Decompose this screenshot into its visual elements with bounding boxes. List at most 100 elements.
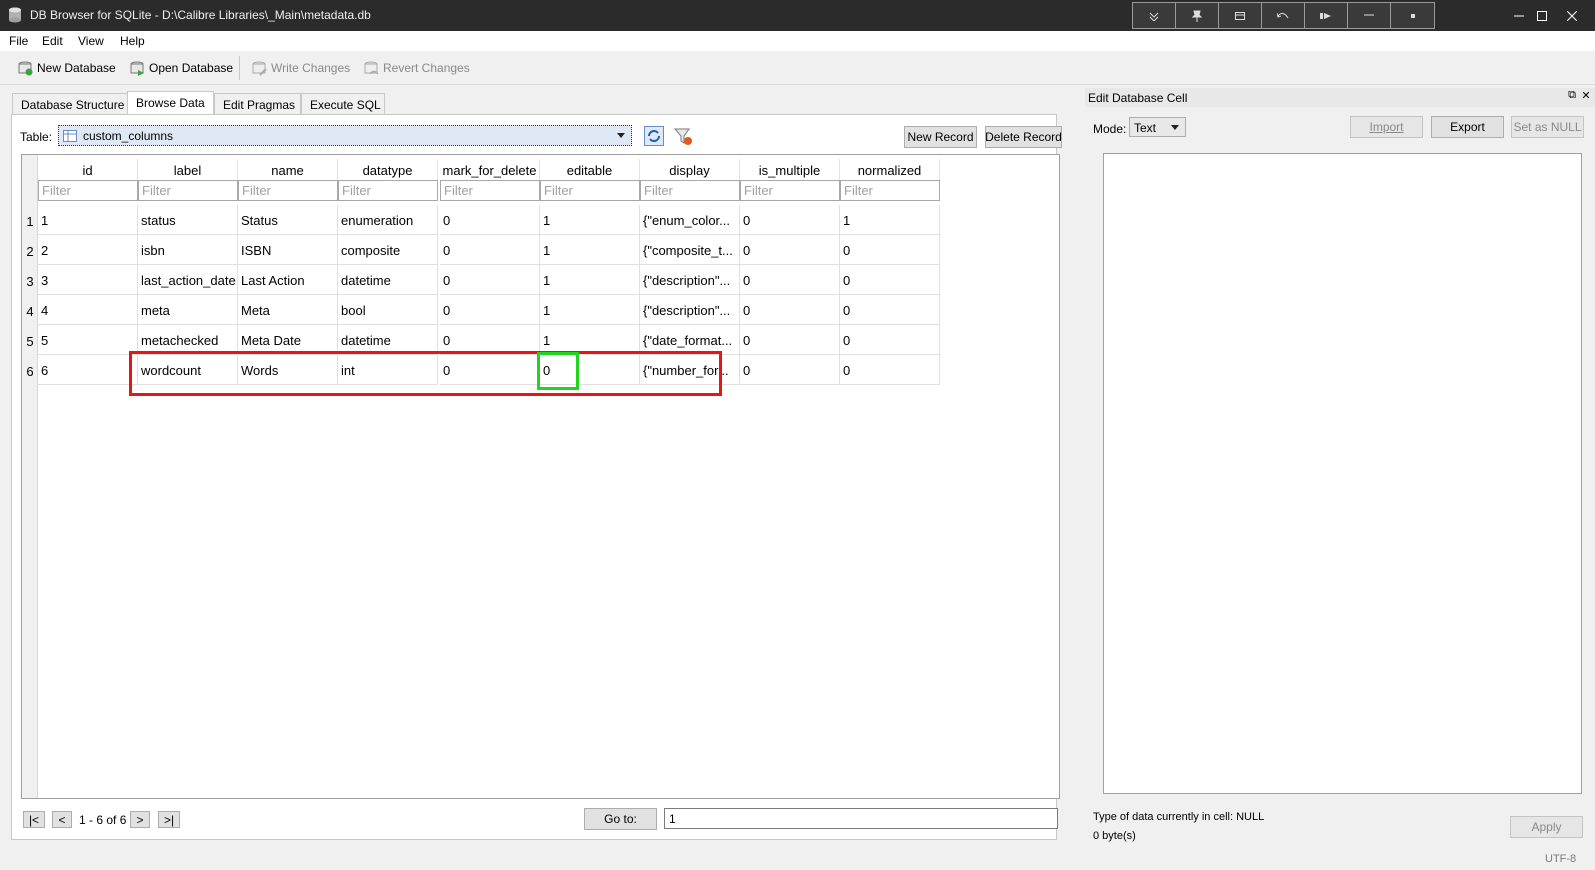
delete-record-button[interactable]: Delete Record bbox=[985, 126, 1062, 148]
filter-input-datatype[interactable]: Filter bbox=[338, 180, 438, 201]
table-cell-datatype[interactable]: enumeration bbox=[338, 205, 438, 235]
goto-button[interactable]: Go to: bbox=[584, 808, 657, 830]
column-header-label[interactable]: label bbox=[138, 159, 238, 181]
open-database-button[interactable]: Open Database bbox=[130, 59, 233, 77]
export-button[interactable]: Export bbox=[1431, 116, 1504, 138]
table-cell-label[interactable]: meta bbox=[138, 295, 238, 325]
table-cell-datatype[interactable]: composite bbox=[338, 235, 438, 265]
tab-database-structure[interactable]: Database Structure bbox=[12, 93, 128, 115]
write-changes-button[interactable]: Write Changes bbox=[252, 59, 350, 77]
close-dock-icon[interactable]: ✕ bbox=[1579, 89, 1593, 103]
filter-input-id[interactable]: Filter bbox=[38, 180, 138, 201]
table-cell-datatype[interactable]: datetime bbox=[338, 265, 438, 295]
table-cell-editable[interactable]: 1 bbox=[540, 295, 640, 325]
new-record-button[interactable]: New Record bbox=[904, 126, 977, 148]
table-cell-mark-for-delete[interactable]: 0 bbox=[440, 205, 540, 235]
next-page-button[interactable]: > bbox=[130, 811, 150, 828]
table-cell-id[interactable]: 2 bbox=[38, 235, 138, 265]
table-cell-normalized[interactable]: 1 bbox=[840, 205, 940, 235]
table-cell-display[interactable]: {"description"... bbox=[640, 265, 740, 295]
undock-icon[interactable]: ⧉ bbox=[1565, 89, 1579, 103]
table-select[interactable]: custom_columns bbox=[58, 125, 632, 146]
column-header-mark-for-delete[interactable]: mark_for_delete bbox=[440, 159, 540, 181]
refresh-button[interactable] bbox=[643, 125, 665, 146]
filter-input-name[interactable]: Filter bbox=[238, 180, 338, 201]
filter-input-normalized[interactable]: Filter bbox=[840, 180, 940, 201]
table-cell-is-multiple[interactable]: 0 bbox=[740, 295, 840, 325]
table-cell-label[interactable]: status bbox=[138, 205, 238, 235]
mode-select[interactable]: Text bbox=[1129, 117, 1186, 137]
menu-file[interactable]: File bbox=[9, 34, 28, 48]
tab-edit-pragmas[interactable]: Edit Pragmas bbox=[214, 93, 301, 115]
table-cell-id[interactable]: 1 bbox=[38, 205, 138, 235]
first-page-button[interactable]: |< bbox=[23, 811, 45, 828]
row-number[interactable]: 5 bbox=[22, 334, 38, 349]
filter-input-display[interactable]: Filter bbox=[640, 180, 740, 201]
table-cell-id[interactable]: 6 bbox=[38, 355, 138, 385]
table-cell-is-multiple[interactable]: 0 bbox=[740, 205, 840, 235]
table-cell-normalized[interactable]: 0 bbox=[840, 325, 940, 355]
table-cell-normalized[interactable]: 0 bbox=[840, 295, 940, 325]
column-header-display[interactable]: display bbox=[640, 159, 740, 181]
apply-button[interactable]: Apply bbox=[1510, 816, 1583, 838]
row-number[interactable]: 2 bbox=[22, 244, 38, 259]
clear-filters-button[interactable] bbox=[672, 125, 694, 146]
table-cell-is-multiple[interactable]: 0 bbox=[740, 325, 840, 355]
table-cell-normalized[interactable]: 0 bbox=[840, 355, 940, 385]
table-cell-mark-for-delete[interactable]: 0 bbox=[440, 295, 540, 325]
new-database-button[interactable]: New Database bbox=[18, 59, 116, 77]
table-cell-name[interactable]: Meta bbox=[238, 295, 338, 325]
table-cell-mark-for-delete[interactable]: 0 bbox=[440, 265, 540, 295]
goto-input[interactable]: 1 bbox=[664, 808, 1058, 829]
cell-editor[interactable] bbox=[1103, 153, 1582, 794]
dropdown-arrow-icon[interactable] bbox=[1133, 3, 1176, 28]
table-cell-id[interactable]: 4 bbox=[38, 295, 138, 325]
minimize-extra-icon[interactable] bbox=[1348, 3, 1391, 28]
tab-execute-sql[interactable]: Execute SQL bbox=[301, 93, 385, 115]
table-cell-display[interactable]: {"enum_color... bbox=[640, 205, 740, 235]
row-number[interactable]: 1 bbox=[22, 214, 38, 229]
column-header-normalized[interactable]: normalized bbox=[840, 159, 940, 181]
row-number[interactable]: 6 bbox=[22, 364, 38, 379]
column-header-is-multiple[interactable]: is_multiple bbox=[740, 159, 840, 181]
menu-edit[interactable]: Edit bbox=[42, 34, 63, 48]
column-header-name[interactable]: name bbox=[238, 159, 338, 181]
table-cell-editable[interactable]: 1 bbox=[540, 235, 640, 265]
filter-input-mark-for-delete[interactable]: Filter bbox=[440, 180, 540, 201]
table-cell-name[interactable]: ISBN bbox=[238, 235, 338, 265]
set-as-null-button[interactable]: Set as NULL bbox=[1511, 116, 1584, 138]
table-cell-id[interactable]: 5 bbox=[38, 325, 138, 355]
column-header-id[interactable]: id bbox=[38, 159, 138, 181]
table-cell-normalized[interactable]: 0 bbox=[840, 235, 940, 265]
tab-browse-data[interactable]: Browse Data bbox=[127, 91, 214, 116]
table-cell-label[interactable]: isbn bbox=[138, 235, 238, 265]
menu-view[interactable]: View bbox=[78, 34, 104, 48]
table-cell-is-multiple[interactable]: 0 bbox=[740, 235, 840, 265]
filter-input-is-multiple[interactable]: Filter bbox=[740, 180, 840, 201]
revert-changes-button[interactable]: Revert Changes bbox=[364, 59, 470, 77]
table-cell-mark-for-delete[interactable]: 0 bbox=[440, 235, 540, 265]
table-cell-id[interactable]: 3 bbox=[38, 265, 138, 295]
table-cell-is-multiple[interactable]: 0 bbox=[740, 355, 840, 385]
prev-page-button[interactable]: < bbox=[52, 811, 72, 828]
column-header-datatype[interactable]: datatype bbox=[338, 159, 438, 181]
row-number[interactable]: 4 bbox=[22, 304, 38, 319]
column-header-editable[interactable]: editable bbox=[540, 159, 640, 181]
undo-icon[interactable] bbox=[1262, 3, 1305, 28]
last-page-button[interactable]: >| bbox=[158, 811, 180, 828]
menu-help[interactable]: Help bbox=[120, 34, 145, 48]
table-cell-editable[interactable]: 1 bbox=[540, 265, 640, 295]
dot-icon[interactable] bbox=[1391, 3, 1434, 28]
row-number[interactable]: 3 bbox=[22, 274, 38, 289]
table-cell-label[interactable]: last_action_date bbox=[138, 265, 238, 295]
table-cell-display[interactable]: {"description"... bbox=[640, 295, 740, 325]
table-cell-is-multiple[interactable]: 0 bbox=[740, 265, 840, 295]
window-icon[interactable] bbox=[1219, 3, 1262, 28]
table-cell-normalized[interactable]: 0 bbox=[840, 265, 940, 295]
import-button[interactable]: Import bbox=[1350, 116, 1423, 138]
filter-input-label[interactable]: Filter bbox=[138, 180, 238, 201]
table-cell-editable[interactable]: 1 bbox=[540, 205, 640, 235]
table-cell-datatype[interactable]: bool bbox=[338, 295, 438, 325]
table-cell-name[interactable]: Status bbox=[238, 205, 338, 235]
pin-icon[interactable] bbox=[1176, 3, 1219, 28]
